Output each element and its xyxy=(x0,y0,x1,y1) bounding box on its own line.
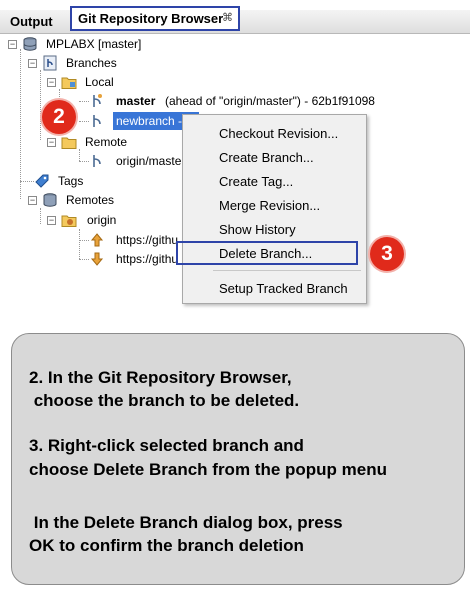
tree-line xyxy=(79,259,89,260)
branch-icon xyxy=(93,94,102,107)
remotes-label: Remotes xyxy=(66,193,115,207)
instruction-line: 3. Right-click selected branch and xyxy=(29,436,304,455)
master-branch-detail: (ahead of "origin/master") - 62b1f91098 xyxy=(165,94,375,108)
close-icon[interactable]: ⌘ xyxy=(222,11,233,24)
menu-item-setup-tracked-branch[interactable]: Setup Tracked Branch xyxy=(219,279,348,299)
tag-icon xyxy=(35,174,49,188)
tree-line xyxy=(79,101,89,102)
collapse-toggle[interactable]: − xyxy=(47,78,56,87)
fetch-url-label: https://githu xyxy=(116,233,179,247)
context-menu: Checkout Revision... Create Branch... Cr… xyxy=(182,114,367,304)
tree-line xyxy=(20,49,21,199)
remote-label: Remote xyxy=(85,135,128,149)
instruction-line: OK to confirm the branch deletion xyxy=(29,536,304,555)
tree-line xyxy=(40,70,41,140)
menu-separator xyxy=(213,270,361,271)
menu-item-create-branch[interactable]: Create Branch... xyxy=(219,148,314,168)
menu-item-merge-revision[interactable]: Merge Revision... xyxy=(219,196,320,216)
push-url-label: https://githu xyxy=(116,252,179,266)
database-icon xyxy=(43,193,57,207)
tree-line xyxy=(20,181,34,182)
folder-icon xyxy=(61,77,77,89)
push-arrow-down-icon xyxy=(90,252,104,266)
instruction-line: choose Delete Branch from the popup menu xyxy=(29,460,387,479)
instruction-line: 2. In the Git Repository Browser, xyxy=(29,368,292,387)
delete-branch-highlight xyxy=(176,241,358,265)
remote-repository-icon xyxy=(61,215,77,227)
local-label: Local xyxy=(85,75,114,89)
branch-icon xyxy=(93,115,101,127)
branches-icon xyxy=(43,55,57,71)
step-2-badge: 2 xyxy=(42,100,76,134)
tab-git-label: Git Repository Browser xyxy=(78,11,224,26)
menu-item-show-history[interactable]: Show History xyxy=(219,220,296,240)
collapse-toggle[interactable]: − xyxy=(47,138,56,147)
menu-item-create-tag[interactable]: Create Tag... xyxy=(219,172,293,192)
tab-git-repository-browser[interactable]: Git Repository Browser ⌘ xyxy=(70,6,240,31)
collapse-toggle[interactable]: − xyxy=(8,40,17,49)
menu-item-checkout-revision[interactable]: Checkout Revision... xyxy=(219,124,338,144)
database-icon xyxy=(23,37,37,51)
fetch-arrow-up-icon xyxy=(90,233,104,247)
tree-line xyxy=(79,121,89,122)
tab-bar: Output Git Repository Browser ⌘ xyxy=(0,6,476,34)
branch-icon xyxy=(93,155,101,167)
step-3-badge: 3 xyxy=(370,237,404,271)
origin-label: origin xyxy=(87,213,117,227)
master-branch-label: master xyxy=(116,94,156,108)
collapse-toggle[interactable]: − xyxy=(47,216,56,225)
tab-output[interactable]: Output xyxy=(4,10,59,33)
tree-line xyxy=(79,229,80,259)
instruction-line: choose the branch to be deleted. xyxy=(29,391,300,410)
collapse-toggle[interactable]: − xyxy=(28,196,37,205)
tags-label: Tags xyxy=(58,174,84,188)
tree-line xyxy=(40,208,41,224)
collapse-toggle[interactable]: − xyxy=(28,59,37,68)
repository-label: MPLABX [master] xyxy=(46,37,142,51)
branches-label: Branches xyxy=(66,56,117,70)
instruction-line: In the Delete Branch dialog box, press xyxy=(29,513,343,532)
tree-line xyxy=(79,240,89,241)
tree-line xyxy=(79,161,89,162)
tree-line xyxy=(79,149,80,161)
instructions-box: 2. In the Git Repository Browser, choose… xyxy=(11,333,465,585)
origin-master-label: origin/master xyxy=(116,154,186,168)
folder-icon xyxy=(61,137,77,149)
